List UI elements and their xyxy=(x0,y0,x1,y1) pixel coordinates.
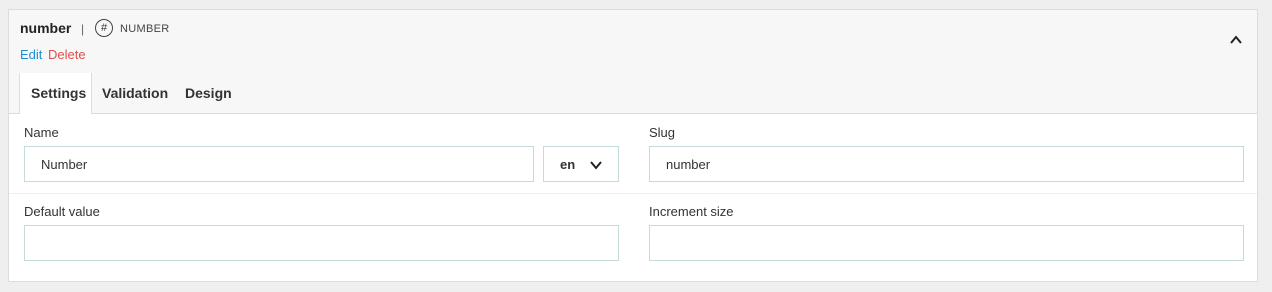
chevron-up-icon xyxy=(1230,35,1242,44)
locale-value: en xyxy=(560,157,576,172)
collapse-button[interactable] xyxy=(1229,33,1243,47)
tab-validation[interactable]: Validation xyxy=(91,73,178,113)
name-label: Name xyxy=(24,125,59,140)
name-input[interactable] xyxy=(24,146,534,182)
chevron-down-icon xyxy=(590,161,602,170)
locale-select[interactable]: en xyxy=(543,146,619,182)
field-name: number xyxy=(20,20,72,36)
hash-icon: # xyxy=(95,19,113,37)
increment-size-label: Increment size xyxy=(649,204,734,219)
edit-link[interactable]: Edit xyxy=(20,47,42,62)
row-divider xyxy=(9,193,1257,194)
header-separator: | xyxy=(81,22,85,36)
tab-bar: Settings Validation Design xyxy=(9,73,1257,114)
increment-size-input[interactable] xyxy=(649,225,1244,261)
field-card-header: number | # NUMBER Edit Delete xyxy=(9,10,1257,74)
tab-design[interactable]: Design xyxy=(175,73,242,113)
default-value-input[interactable] xyxy=(24,225,619,261)
field-card: number | # NUMBER Edit Delete Settings V… xyxy=(8,9,1258,282)
default-value-label: Default value xyxy=(24,204,100,219)
slug-label: Slug xyxy=(649,125,676,140)
delete-link[interactable]: Delete xyxy=(48,47,86,62)
slug-input[interactable] xyxy=(649,146,1244,182)
field-type-label: NUMBER xyxy=(120,23,170,35)
tab-settings[interactable]: Settings xyxy=(19,73,92,114)
